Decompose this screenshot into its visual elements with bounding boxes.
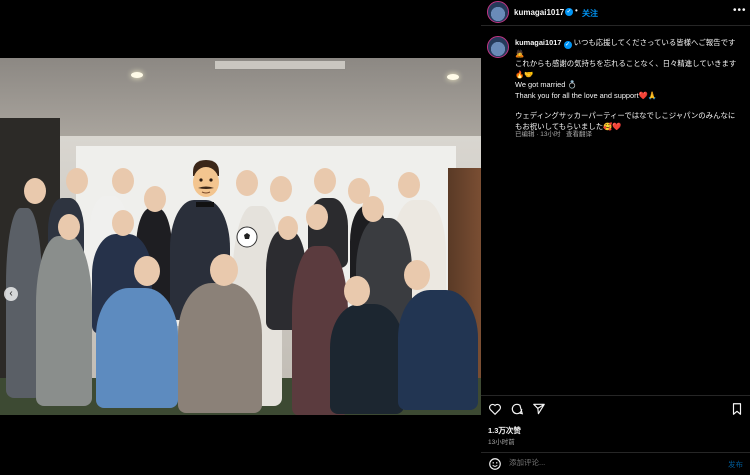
photo-face xyxy=(210,254,238,286)
photo-face xyxy=(66,168,88,194)
verified-icon: ✓ xyxy=(563,41,572,49)
caption-line: We got married xyxy=(515,80,566,89)
instagram-post-view: ‹ kumagai1017 ✓ • 关注 ••• kumagai1017 ✓ い… xyxy=(0,0,750,473)
post-side-panel: kumagai1017 ✓ • 关注 ••• kumagai1017 ✓ いつも… xyxy=(481,0,750,473)
photo-person xyxy=(96,288,178,408)
photo-face xyxy=(362,196,384,222)
emoji-icon: 🙇 xyxy=(515,48,525,58)
photo-person xyxy=(178,283,262,413)
caption-line: これからも感謝の気持ちを忘れることなく、日々精進していきます xyxy=(515,59,737,68)
photo-vent xyxy=(214,60,346,70)
photo-face xyxy=(344,276,370,306)
photo-face xyxy=(306,204,328,230)
post-photo[interactable]: ‹ xyxy=(0,58,481,415)
photo-person xyxy=(398,290,478,410)
edited-time: 已编辑 · 13小时 xyxy=(515,131,561,138)
ring-icon: 💍 xyxy=(567,80,577,89)
photo-face xyxy=(112,210,134,236)
post-comment-button[interactable]: 发布 xyxy=(728,459,743,470)
follow-button[interactable]: 关注 xyxy=(582,8,598,19)
post-header: kumagai1017 ✓ • 关注 ••• xyxy=(481,0,750,26)
caption-avatar[interactable] xyxy=(487,36,509,58)
action-bar: 1.3万次赞 13小时前 发布 xyxy=(481,395,750,474)
prev-arrow-icon[interactable]: ‹ xyxy=(4,287,18,301)
photo-face xyxy=(278,216,298,240)
post-caption: kumagai1017 ✓ いつも応援してくださっている皆様へご報告です 🙇 こ… xyxy=(515,38,741,132)
photo-face xyxy=(270,176,292,202)
soccer-ball-icon xyxy=(236,226,258,248)
photo-light xyxy=(131,72,143,78)
bow-tie xyxy=(196,202,214,207)
caption-meta: 已编辑 · 13小时 查看翻译 xyxy=(515,128,592,138)
photo-face xyxy=(398,172,420,198)
caption-line: いつも応援してくださっている皆様へご報告です xyxy=(573,38,736,47)
photo-face xyxy=(134,256,160,286)
photo-person xyxy=(36,236,92,406)
like-count[interactable]: 1.3万次赞 xyxy=(488,425,521,436)
photo-person xyxy=(330,304,404,414)
media-pane: ‹ xyxy=(0,0,481,473)
comment-icon[interactable] xyxy=(510,402,524,416)
avatar[interactable] xyxy=(487,1,509,23)
photo-face xyxy=(24,178,46,204)
photo-face xyxy=(314,168,336,194)
bookmark-icon[interactable] xyxy=(730,402,744,416)
photo-face xyxy=(58,214,80,240)
caption-username[interactable]: kumagai1017 xyxy=(515,38,561,47)
header-username[interactable]: kumagai1017 xyxy=(514,8,564,17)
photo-face xyxy=(112,168,134,194)
photo-face xyxy=(404,260,430,290)
emoji-icon: 🥰❤️ xyxy=(603,121,622,131)
translate-link[interactable]: 查看翻译 xyxy=(566,131,592,138)
man-emoji-icon xyxy=(193,160,219,197)
photo-face xyxy=(236,170,258,196)
photo-light xyxy=(447,74,459,80)
share-icon[interactable] xyxy=(532,402,546,416)
emoji-icon: 🔥🤝 xyxy=(515,69,534,79)
emoji-icon[interactable] xyxy=(488,457,502,471)
post-time: 13小时前 xyxy=(488,439,515,446)
comment-bar: 发布 xyxy=(481,452,750,475)
verified-icon: ✓ xyxy=(565,8,573,16)
comment-input[interactable] xyxy=(509,458,709,467)
more-icon[interactable]: ••• xyxy=(733,5,747,16)
emoji-icon: ❤️🙏 xyxy=(638,90,658,100)
photo-face xyxy=(144,186,166,212)
caption-line: Thank you for all the love and support xyxy=(515,90,639,100)
heart-icon[interactable] xyxy=(488,402,502,416)
header-separator: • xyxy=(575,6,579,15)
